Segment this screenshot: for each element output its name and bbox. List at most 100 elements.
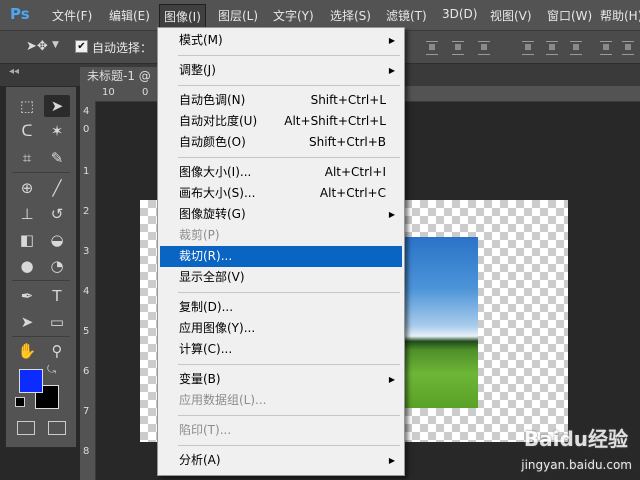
align-vertical-center-icon[interactable] (452, 41, 464, 55)
shortcut-label: Alt+Ctrl+C (319, 186, 386, 200)
healing-brush-icon[interactable]: ⊕ (14, 177, 40, 199)
ruler-tick-label: 4 (83, 286, 90, 297)
path-selection-icon[interactable]: ➤ (14, 311, 40, 333)
menu-item-calculations[interactable]: 计算(C)... (160, 339, 402, 360)
photoshop-logo: Ps (10, 5, 30, 23)
menu-item-crop: 裁剪(P) (179, 228, 220, 242)
paint-bucket-icon[interactable]: ◒ (44, 229, 70, 251)
history-brush-icon[interactable]: ↺ (44, 203, 70, 225)
shortcut-label: Alt+Ctrl+I (324, 165, 386, 179)
ruler-origin (80, 86, 96, 101)
toolbar-divider (12, 336, 70, 337)
menu-item-adjust[interactable]: 调整(J) ▶ (160, 60, 402, 81)
submenu-arrow-icon: ▶ (388, 456, 395, 465)
brush-icon[interactable]: ╱ (44, 177, 70, 199)
vertical-ruler: 4 0 1 2 3 4 5 6 7 8 (80, 101, 96, 480)
clone-stamp-icon[interactable]: ⊥ (14, 203, 40, 225)
menu-separator (178, 445, 400, 446)
submenu-arrow-icon: ▶ (388, 375, 395, 384)
menu-separator (178, 292, 400, 293)
menu-filter[interactable]: 滤镜(T) (384, 7, 429, 24)
menu-item-canvas-size[interactable]: 画布大小(S)... Alt+Ctrl+C (160, 183, 402, 204)
menu-3d[interactable]: 3D(D) (440, 7, 479, 21)
menu-item-analysis[interactable]: 分析(A) ▶ (160, 450, 402, 471)
ruler-tick-label: 0 (142, 87, 149, 98)
collapse-icon[interactable]: ◂◂ (9, 66, 19, 77)
menu-item-auto-contrast[interactable]: 自动对比度(U) Alt+Shift+Ctrl+L (160, 111, 402, 132)
move-icon[interactable]: ➤ (44, 95, 70, 117)
default-colors-icon[interactable] (15, 397, 25, 407)
ruler-tick-label: 4 (83, 106, 90, 117)
marquee-icon[interactable]: ⬚ (14, 95, 40, 117)
menu-window[interactable]: 窗口(W) (545, 7, 594, 24)
menu-item-auto-tone[interactable]: 自动色调(N) Shift+Ctrl+L (160, 90, 402, 111)
ruler-tick-label: 1 (83, 166, 90, 177)
menu-item-image-size[interactable]: 图像大小(I)... Alt+Ctrl+I (160, 162, 402, 183)
foreground-color-swatch[interactable] (19, 369, 43, 393)
menu-item-image-rotation[interactable]: 图像旋转(G) ▶ (160, 204, 402, 225)
menu-view[interactable]: 视图(V) (488, 7, 534, 24)
eyedropper-icon[interactable]: ✎ (44, 147, 70, 169)
menu-item-duplicate[interactable]: 复制(D)... (160, 297, 402, 318)
submenu-arrow-icon: ▶ (388, 210, 395, 219)
watermark-logo: Baidu经验 (523, 427, 628, 451)
distribute-right-icon[interactable] (622, 41, 634, 55)
menu-separator (178, 157, 400, 158)
auto-select-label: 自动选择： (92, 41, 153, 55)
distribute-top-icon[interactable] (522, 41, 534, 55)
tools-panel: ⬚ ➤ ᑕ ✶ ⌗ ✎ ⊕ ╱ ⊥ ↺ ◧ ◒ ● ◔ ✒ T ➤ ▭ ✋ ⚲ … (5, 86, 77, 448)
chevron-down-icon[interactable]: ▼ (52, 40, 59, 50)
lasso-icon[interactable]: ᑕ (14, 120, 40, 142)
dodge-icon[interactable]: ◔ (44, 255, 70, 277)
toolbar-divider (12, 172, 70, 173)
blur-icon[interactable]: ● (14, 255, 40, 277)
align-bottom-icon[interactable] (478, 41, 490, 55)
menu-separator (178, 55, 400, 56)
magic-wand-icon[interactable]: ✶ (44, 120, 70, 142)
menu-help[interactable]: 帮助(H) (598, 7, 640, 24)
menu-item-trim[interactable]: 裁切(R)... (160, 246, 402, 267)
crop-icon[interactable]: ⌗ (14, 147, 40, 169)
menu-item-mode[interactable]: 模式(M) ▶ (160, 30, 402, 51)
distribute-left-icon[interactable] (600, 41, 612, 55)
move-tool-icon[interactable]: ➤✥ (26, 39, 48, 54)
menu-type[interactable]: 文字(Y) (271, 7, 316, 24)
menu-layer[interactable]: 图层(L) (216, 7, 260, 24)
document-tab[interactable]: 未标题-1 @ (80, 67, 163, 86)
distribute-bottom-icon[interactable] (570, 41, 582, 55)
menu-file[interactable]: 文件(F) (50, 7, 94, 24)
menu-item-trap: 陷印(T)... (179, 423, 232, 437)
menu-edit[interactable]: 编辑(E) (107, 7, 152, 24)
pen-icon[interactable]: ✒ (14, 285, 40, 307)
quick-mask-icon[interactable] (17, 421, 35, 435)
watermark-url: jingyan.baidu.com (521, 458, 632, 472)
ruler-tick-label: 6 (83, 366, 90, 377)
ruler-tick-label: 7 (83, 406, 90, 417)
shape-icon[interactable]: ▭ (44, 311, 70, 333)
menu-image[interactable]: 图像(I) (159, 4, 206, 28)
swap-colors-icon[interactable]: ⤿ (47, 363, 56, 377)
distribute-center-icon[interactable] (546, 41, 558, 55)
menu-item-auto-color[interactable]: 自动颜色(O) Shift+Ctrl+B (160, 132, 402, 153)
menu-item-variables[interactable]: 变量(B) ▶ (160, 369, 402, 390)
zoom-icon[interactable]: ⚲ (44, 340, 70, 362)
ruler-tick-label: 3 (83, 246, 90, 257)
image-menu-dropdown: 模式(M) ▶ 调整(J) ▶ 自动色调(N) Shift+Ctrl+L 自动对… (157, 27, 405, 476)
menu-separator (178, 415, 400, 416)
menu-item-apply-data-set: 应用数据组(L)... (179, 393, 267, 407)
shortcut-label: Alt+Shift+Ctrl+L (284, 114, 386, 128)
ruler-tick-label: 10 (102, 87, 115, 98)
submenu-arrow-icon: ▶ (388, 66, 395, 75)
menu-item-apply-image[interactable]: 应用图像(Y)... (160, 318, 402, 339)
type-icon[interactable]: T (44, 285, 70, 307)
menu-item-reveal-all[interactable]: 显示全部(V) (160, 267, 402, 288)
menu-separator (178, 364, 400, 365)
eraser-icon[interactable]: ◧ (14, 229, 40, 251)
align-top-icon[interactable] (426, 41, 438, 55)
screen-mode-icon[interactable] (48, 421, 66, 435)
menu-select[interactable]: 选择(S) (328, 7, 373, 24)
sky-grass-photo (404, 237, 478, 408)
auto-select-checkbox[interactable]: ✔ (75, 40, 88, 53)
toolbar-divider (12, 280, 70, 281)
hand-icon[interactable]: ✋ (14, 340, 40, 362)
